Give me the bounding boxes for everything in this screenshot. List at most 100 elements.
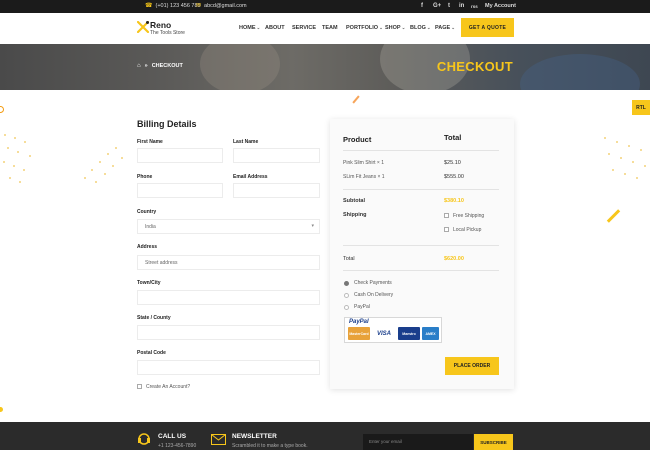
tools-logo-icon bbox=[137, 21, 149, 33]
nav-label: PAGE bbox=[435, 25, 451, 31]
create-account-label: Create An Account? bbox=[146, 384, 191, 390]
first-name-label: First Name bbox=[137, 139, 163, 145]
billing-details-heading: Billing Details bbox=[137, 119, 197, 129]
subscribe-button[interactable]: SUBSCRIBE bbox=[474, 434, 513, 450]
paypal-radio[interactable] bbox=[344, 305, 349, 310]
paypal-logo: PayPal bbox=[349, 319, 369, 325]
breadcrumb-current: CHECKOUT bbox=[151, 63, 183, 69]
town-city-label: Town/City bbox=[137, 280, 161, 286]
nav-label: HOME bbox=[239, 25, 256, 31]
address-label: Address bbox=[137, 244, 158, 250]
nav-label: PORTFOLIO bbox=[346, 25, 379, 31]
site-header: Reno The Tools Store HOME⌄ ABOUT SERVICE… bbox=[0, 13, 650, 44]
visa-icon: VISA bbox=[373, 327, 395, 340]
get-a-quote-button[interactable]: GET A QUOTE bbox=[461, 18, 514, 37]
card-label: AMEX bbox=[425, 331, 436, 336]
chevron-down-icon: ⌄ bbox=[451, 25, 455, 30]
country-select[interactable]: India ▾ bbox=[137, 219, 320, 234]
home-icon[interactable]: ⌂ bbox=[137, 63, 141, 69]
rss-icon[interactable]: rss bbox=[471, 4, 478, 9]
topbar-phone-text: (+01) 123 456 789 bbox=[155, 3, 201, 9]
twitter-icon[interactable]: t bbox=[448, 3, 450, 9]
page-banner: ⌂ » CHECKOUT CHECKOUT bbox=[0, 44, 650, 90]
nav-label: SERVICE bbox=[292, 25, 317, 31]
nav-service[interactable]: SERVICE bbox=[292, 25, 316, 31]
topbar-email-text: abcd@gmail.com bbox=[204, 3, 247, 9]
maestro-icon: Maestro bbox=[398, 327, 420, 340]
brand-name[interactable]: Reno bbox=[150, 20, 171, 30]
country-label: Country bbox=[137, 209, 157, 215]
page-title: CHECKOUT bbox=[436, 59, 513, 74]
breadcrumb: ⌂ » CHECKOUT bbox=[137, 63, 183, 69]
envelope-icon bbox=[211, 434, 226, 445]
decor-dash bbox=[606, 209, 621, 223]
nav-label: SHOP bbox=[385, 25, 401, 31]
card-label: VISA bbox=[376, 330, 391, 337]
chevron-down-icon: ▾ bbox=[311, 223, 314, 229]
rtl-toggle-button[interactable]: RTL bbox=[632, 100, 650, 115]
topbar-email[interactable]: ✉ abcd@gmail.com bbox=[196, 3, 247, 9]
newsletter-email-input[interactable]: Enter your email bbox=[363, 434, 473, 450]
order-item-name: SLim Fit Jeans × 1 bbox=[343, 174, 385, 180]
mastercard-icon: MasterCard bbox=[348, 327, 370, 340]
banner-background bbox=[200, 44, 280, 90]
shipping-label: Shipping bbox=[343, 212, 367, 218]
town-city-field[interactable] bbox=[137, 290, 320, 305]
newsletter-email-placeholder: Enter your email bbox=[369, 439, 402, 444]
nav-page[interactable]: PAGE⌄ bbox=[435, 25, 455, 31]
last-name-label: Last Name bbox=[233, 139, 259, 145]
nav-label: ABOUT bbox=[265, 25, 285, 31]
state-county-label: State / County bbox=[137, 315, 171, 321]
my-account-link[interactable]: My Account bbox=[485, 3, 516, 9]
postal-code-field[interactable] bbox=[137, 360, 320, 375]
amex-icon: AMEX bbox=[422, 327, 439, 340]
facebook-icon[interactable]: f bbox=[421, 3, 423, 9]
divider bbox=[343, 270, 499, 271]
card-label: MasterCard bbox=[349, 331, 369, 336]
check-payments-label: Check Payments bbox=[354, 280, 392, 286]
place-order-button[interactable]: PLACE ORDER bbox=[445, 357, 499, 375]
chevron-down-icon: ⌄ bbox=[256, 25, 261, 30]
linkedin-icon[interactable]: in bbox=[459, 3, 464, 9]
card-label: Maestro bbox=[402, 331, 416, 336]
call-us-number[interactable]: +1 123-456-7890 bbox=[158, 443, 196, 449]
nav-shop[interactable]: SHOP⌄ bbox=[385, 25, 405, 31]
state-county-field[interactable] bbox=[137, 325, 320, 340]
newsletter-title: NEWSLETTER bbox=[232, 433, 277, 440]
divider bbox=[343, 245, 499, 246]
cash-on-delivery-radio[interactable] bbox=[344, 293, 349, 298]
nav-team[interactable]: TEAM bbox=[322, 25, 338, 31]
subtotal-value: $380.10 bbox=[444, 198, 464, 204]
decor-dots bbox=[84, 147, 123, 183]
address-field[interactable]: Street address bbox=[137, 255, 320, 270]
cash-on-delivery-label: Cash On Delivery bbox=[354, 292, 394, 298]
email-address-field[interactable] bbox=[233, 183, 320, 198]
brand-tagline: The Tools Store bbox=[150, 30, 185, 36]
headset-icon bbox=[138, 433, 150, 445]
last-name-field[interactable] bbox=[233, 148, 320, 163]
first-name-field[interactable] bbox=[137, 148, 223, 163]
order-item-name: Pink Slim Shirt × 1 bbox=[343, 160, 384, 166]
phone-icon: ☎ bbox=[145, 3, 153, 9]
free-shipping-checkbox[interactable] bbox=[444, 213, 449, 218]
address-placeholder: Street address bbox=[145, 260, 178, 266]
decor-ring bbox=[0, 106, 4, 113]
create-account-checkbox[interactable] bbox=[137, 384, 142, 389]
local-pickup-checkbox[interactable] bbox=[444, 227, 449, 232]
phone-field[interactable] bbox=[137, 183, 223, 198]
order-item-price: $555.00 bbox=[444, 174, 464, 180]
top-bar: ☎ (+01) 123 456 789 ✉ abcd@gmail.com f G… bbox=[0, 0, 650, 13]
email-address-label: Email Address bbox=[233, 174, 268, 180]
country-value: India bbox=[145, 224, 156, 230]
nav-about[interactable]: ABOUT bbox=[265, 25, 285, 31]
divider bbox=[343, 150, 499, 151]
google-plus-icon[interactable]: G+ bbox=[433, 3, 441, 9]
check-payments-radio[interactable] bbox=[344, 281, 349, 286]
nav-blog[interactable]: BLOG⌄ bbox=[410, 25, 431, 31]
topbar-phone[interactable]: ☎ (+01) 123 456 789 bbox=[145, 3, 201, 9]
mail-icon: ✉ bbox=[196, 3, 202, 9]
newsletter-text: Scrambled it to make a type book. bbox=[232, 443, 308, 449]
nav-portfolio[interactable]: PORTFOLIO⌄ bbox=[346, 25, 383, 31]
payment-cards-image: PayPal MasterCard VISA Maestro AMEX bbox=[344, 317, 442, 343]
nav-home[interactable]: HOME⌄ bbox=[239, 25, 260, 31]
